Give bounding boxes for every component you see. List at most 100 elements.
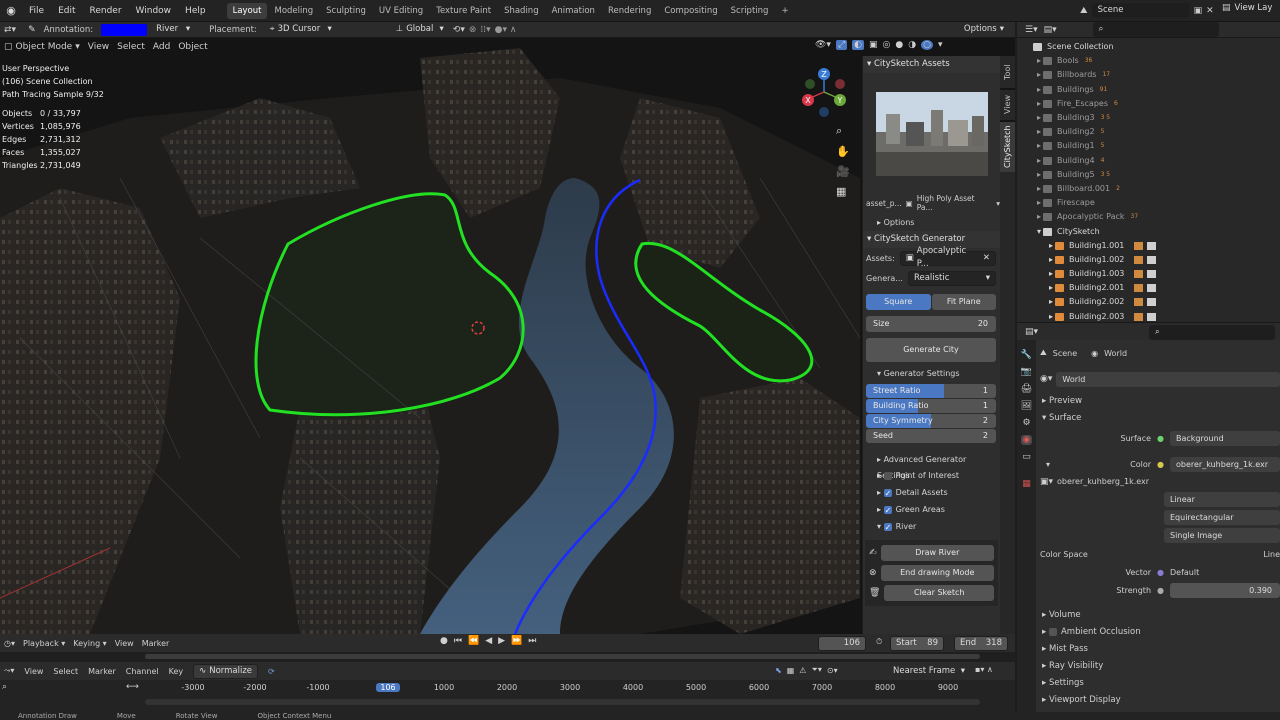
tab-modeling[interactable]: Modeling (268, 3, 319, 19)
pan-hand-icon[interactable]: ✋ (836, 145, 850, 158)
collapse-icon[interactable]: ▾ (1046, 460, 1050, 469)
menu-edit[interactable]: Edit (51, 6, 82, 16)
proportional-edit-icon[interactable]: ▪▾ ∧ (975, 665, 993, 674)
assets-select[interactable]: ▣ Apocalyptic P... ✕ (899, 246, 996, 269)
tab-texture-paint[interactable]: Texture Paint (430, 3, 497, 19)
filter-icon[interactable]: ⏷▾ (811, 665, 821, 675)
surface-value[interactable]: Background (1170, 430, 1280, 446)
generate-city-button[interactable]: Generate City (866, 338, 996, 362)
clear-icon[interactable]: ✕ (983, 252, 990, 265)
green-areas-row[interactable]: ▸ Green Areas (863, 502, 1000, 519)
tab-shading[interactable]: Shading (498, 3, 545, 19)
menu-window[interactable]: Window (129, 6, 179, 16)
expand-arrow-icon[interactable]: ▸ (1037, 68, 1041, 82)
annotation-layer-select[interactable]: River ▾ (151, 22, 196, 37)
ortho-grid-icon[interactable]: ▦ (836, 185, 850, 198)
square-button[interactable]: Square (866, 294, 931, 310)
expand-arrow-icon[interactable]: ▸ (1037, 97, 1041, 111)
graph-view-menu[interactable]: View (24, 667, 43, 676)
ghost-curves-icon[interactable]: ▦ (787, 666, 795, 675)
outliner-item[interactable]: ▾ CitySketch (1033, 224, 1280, 238)
interpolation-select[interactable]: Linear (1164, 492, 1280, 507)
ambient-occlusion-checkbox[interactable] (1048, 627, 1057, 636)
outliner-root[interactable]: Scene Collection (1033, 40, 1280, 54)
expand-arrow-icon[interactable]: ▸ (1049, 281, 1053, 295)
ambient-occlusion-section[interactable]: ▸ Ambient Occlusion (1040, 624, 1280, 641)
start-frame-field[interactable]: Start 89 (890, 636, 944, 651)
breadcrumb-scene[interactable]: Scene (1053, 349, 1077, 358)
menu-object[interactable]: Object (178, 42, 207, 52)
next-key-icon[interactable]: ⏩ (511, 636, 522, 646)
tab-layout[interactable]: Layout (226, 2, 268, 19)
expand-arrow-icon[interactable]: ▸ (1049, 295, 1053, 309)
graph-scrollbar[interactable] (145, 699, 980, 705)
outliner-item[interactable]: ▸ Building5 3 5 (1033, 168, 1280, 182)
expand-arrow-icon[interactable]: ▸ (1037, 210, 1041, 224)
end-frame-field[interactable]: End 318 (954, 636, 1008, 651)
outliner-item[interactable]: ▸ Building4 4 (1033, 154, 1280, 168)
outliner-item[interactable]: ▸ Building2.002 (1033, 295, 1280, 309)
fit-plane-button[interactable]: Fit Plane (931, 294, 996, 310)
asset-preview-thumbnail[interactable] (875, 92, 988, 176)
wireframe-shading-icon[interactable]: ◎ (883, 40, 891, 50)
placement-select[interactable]: ⌖ 3D Cursor ▾ (264, 22, 337, 37)
expand-arrow-icon[interactable]: ▸ (1037, 196, 1041, 210)
outliner-item[interactable]: ▸ Bools 36 (1033, 54, 1280, 68)
detail-assets-row[interactable]: ▸ Detail Assets (863, 485, 1000, 502)
expand-arrow-icon[interactable]: ▸ (1037, 182, 1041, 196)
gizmo-toggle-icon[interactable]: ⤢ (835, 40, 848, 50)
tab-compositing[interactable]: Compositing (658, 3, 723, 19)
keying-menu[interactable]: Keying ▾ (73, 639, 106, 648)
menu-view[interactable]: View (88, 42, 109, 52)
scene-tab-icon[interactable]: ⚙ (1022, 418, 1030, 428)
zoom-icon[interactable]: ⌕ (836, 124, 850, 138)
volume-section[interactable]: ▸ Volume (1040, 607, 1280, 624)
draw-river-button[interactable]: Draw River (880, 545, 994, 561)
ray-visibility-section[interactable]: ▸ Ray Visibility (1040, 658, 1280, 675)
play-icon[interactable]: ▶ (498, 636, 505, 646)
city-symmetry-slider[interactable]: City Symmetry 2 (866, 414, 996, 428)
menu-render[interactable]: Render (83, 6, 129, 16)
remove-scene-icon[interactable]: ✕ (1206, 6, 1214, 16)
river-checkbox[interactable] (883, 520, 892, 536)
tab-rendering[interactable]: Rendering (602, 3, 657, 19)
texture-tab-icon[interactable]: ▦ (1022, 479, 1031, 489)
world-tab-icon[interactable]: ◉ (1020, 435, 1033, 445)
expand-arrow-icon[interactable]: ▸ (1037, 168, 1041, 182)
navigation-gizmo[interactable]: Z X Y (798, 66, 850, 118)
play-reverse-icon[interactable]: ◀ (485, 636, 492, 646)
view-layer-tab-icon[interactable]: 🖼 (1021, 401, 1032, 411)
color-value[interactable]: oberer_kuhberg_1k.exr (1170, 456, 1280, 472)
colorspace-value[interactable]: Line (1263, 550, 1280, 559)
visibility-icon[interactable]: 👁▾ (815, 40, 831, 50)
pivot-graph-icon[interactable]: ⊙▾ (827, 666, 838, 675)
snap-icon[interactable]: ⊗ (469, 25, 477, 35)
breadcrumb-world[interactable]: World (1104, 349, 1127, 358)
generation-mode-select[interactable]: Realistic ▾ (907, 270, 996, 286)
image-name-field[interactable]: oberer_kuhberg_1k.exr (1057, 477, 1149, 486)
timeline-marker-menu[interactable]: Marker (142, 639, 170, 648)
tab-sculpting[interactable]: Sculpting (320, 3, 372, 19)
outliner-search-input[interactable]: ⌕ (1092, 22, 1219, 37)
settings-section[interactable]: ▸ Settings (1040, 675, 1280, 692)
outliner-item[interactable]: ▸ Building1.003 (1033, 267, 1280, 281)
material-shading-icon[interactable]: ◑ (908, 40, 916, 50)
playback-menu[interactable]: Playback ▾ (23, 639, 65, 648)
expand-arrow-icon[interactable]: ▸ (1049, 239, 1053, 253)
end-drawing-button[interactable]: End drawing Mode (880, 565, 994, 581)
jump-start-icon[interactable]: ⏮ (454, 636, 462, 646)
graph-marker-menu[interactable]: Marker (88, 667, 116, 676)
outliner-editor-icon[interactable]: ☰▾ (1025, 25, 1038, 35)
seed-slider[interactable]: Seed 2 (866, 429, 996, 443)
outliner-item[interactable]: ▸ Fire_Escapes 6 (1033, 97, 1280, 111)
expand-arrow-icon[interactable]: ▾ (1037, 225, 1041, 239)
generator-settings-subpanel[interactable]: ▾ Generator Settings (863, 366, 1000, 382)
mode-select[interactable]: ▢ Object Mode ▾ (4, 42, 80, 52)
tab-view[interactable]: View (1000, 90, 1015, 120)
assets-panel-header[interactable]: ▾ CitySketch Assets (863, 56, 1000, 73)
tab-scripting[interactable]: Scripting (725, 3, 775, 19)
green-areas-checkbox[interactable] (883, 503, 892, 519)
menu-select[interactable]: Select (117, 42, 145, 52)
asset-pack-select[interactable]: High Poly Asset Pa... (917, 194, 993, 212)
current-frame-field[interactable]: 106 (818, 636, 866, 651)
